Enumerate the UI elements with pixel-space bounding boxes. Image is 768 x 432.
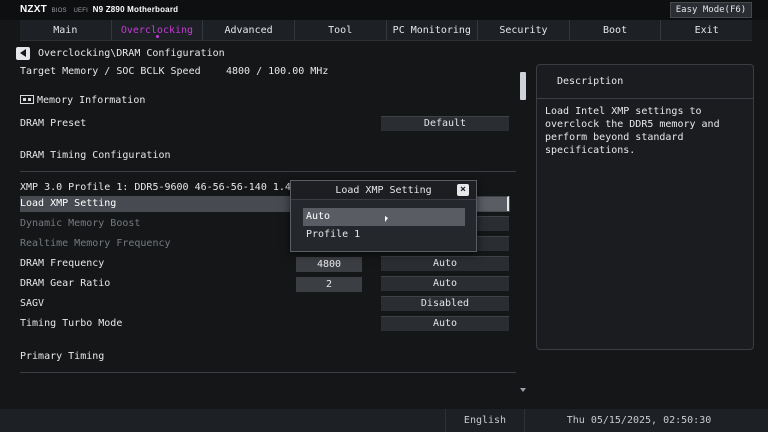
tab-boot[interactable]: Boot	[570, 20, 662, 40]
top-bar: NZXT BIOS UEFI N9 Z890 Motherboard Easy …	[0, 0, 768, 20]
close-icon[interactable]: ×	[457, 184, 469, 196]
description-panel: Description Load Intel XMP settings to o…	[536, 64, 754, 350]
section-divider	[20, 171, 516, 172]
dram-preset-label: DRAM Preset	[20, 118, 87, 129]
dram-gear-ratio-current: 2	[296, 277, 362, 292]
dialog-option-auto[interactable]: Auto	[303, 208, 465, 226]
easy-mode-button[interactable]: Easy Mode(F6)	[670, 2, 752, 18]
description-title: Description	[537, 65, 753, 99]
tab-advanced[interactable]: Advanced	[203, 20, 295, 40]
primary-timing-heading[interactable]: Primary Timing	[20, 351, 104, 362]
target-memory-value: 4800 / 100.00 MHz	[226, 66, 329, 77]
tab-overclocking[interactable]: Overclocking	[112, 20, 204, 40]
load-xmp-dialog: Load XMP Setting × Auto Profile 1	[290, 180, 477, 252]
dialog-option-list: Auto Profile 1	[303, 208, 465, 244]
back-button[interactable]	[16, 46, 30, 60]
brand-model: N9 Z890 Motherboard	[92, 5, 179, 14]
tab-security[interactable]: Security	[478, 20, 570, 40]
load-xmp-label: Load XMP Setting	[20, 198, 117, 209]
tab-pc-monitoring[interactable]: PC Monitoring	[387, 20, 479, 40]
breadcrumb-path: Overclocking\DRAM Configuration	[38, 47, 225, 59]
brand-logo: NZXT BIOS UEFI N9 Z890 Motherboard	[20, 4, 178, 15]
timing-turbo-mode-button[interactable]: Auto	[381, 316, 509, 331]
dram-timing-config-heading: DRAM Timing Configuration	[20, 150, 171, 161]
realtime-memory-frequency-label: Realtime Memory Frequency	[20, 238, 171, 249]
memory-module-icon	[20, 95, 34, 104]
status-bar: English Thu 05/15/2025, 02:50:30	[0, 409, 768, 432]
dram-gear-ratio-label: DRAM Gear Ratio	[20, 278, 111, 289]
brand-uefi-label: UEFI	[73, 8, 88, 14]
dram-preset-button[interactable]: Default	[381, 116, 509, 131]
brand-name: NZXT	[20, 4, 47, 15]
mouse-cursor-icon	[385, 216, 388, 222]
dialog-option-profile-1[interactable]: Profile 1	[303, 226, 465, 244]
memory-information-section[interactable]: Memory Information	[20, 95, 145, 106]
back-arrow-icon	[20, 49, 26, 57]
dialog-header: Load XMP Setting ×	[291, 181, 476, 200]
brand-bios-label: BIOS	[51, 8, 67, 14]
target-memory-row: Target Memory / SOC BCLK Speed 4800 / 10…	[20, 64, 516, 80]
settings-scrollbar[interactable]	[520, 68, 526, 394]
main-tabs: Main Overclocking Advanced Tool PC Monit…	[20, 20, 752, 41]
timing-turbo-mode-label: Timing Turbo Mode	[20, 318, 123, 329]
dynamic-memory-boost-label: Dynamic Memory Boost	[20, 218, 141, 229]
sagv-label: SAGV	[20, 298, 45, 309]
scroll-down-arrow-icon[interactable]	[520, 388, 526, 392]
dram-gear-ratio-button[interactable]: Auto	[381, 276, 509, 291]
tab-tool[interactable]: Tool	[295, 20, 387, 40]
language-selector[interactable]: English	[445, 409, 525, 432]
dram-frequency-button[interactable]: Auto	[381, 256, 509, 271]
tab-exit[interactable]: Exit	[661, 20, 752, 40]
dialog-title: Load XMP Setting	[335, 185, 432, 196]
dram-frequency-label: DRAM Frequency	[20, 258, 105, 269]
scroll-track[interactable]	[520, 68, 526, 394]
section-divider	[20, 372, 516, 373]
date-time: Thu 05/15/2025, 02:50:30	[566, 415, 712, 426]
target-memory-label: Target Memory / SOC BCLK Speed	[20, 66, 201, 77]
breadcrumb: Overclocking\DRAM Configuration	[16, 46, 225, 60]
memory-information-label: Memory Information	[37, 95, 146, 106]
scroll-thumb[interactable]	[520, 72, 526, 100]
sagv-button[interactable]: Disabled	[381, 296, 509, 311]
description-text: Load Intel XMP settings to overclock the…	[545, 106, 720, 156]
dram-frequency-current: 4800	[296, 257, 362, 272]
tab-main[interactable]: Main	[20, 20, 112, 40]
xmp-profile-text: XMP 3.0 Profile 1: DDR5-9600 46-56-56-14…	[20, 182, 334, 193]
